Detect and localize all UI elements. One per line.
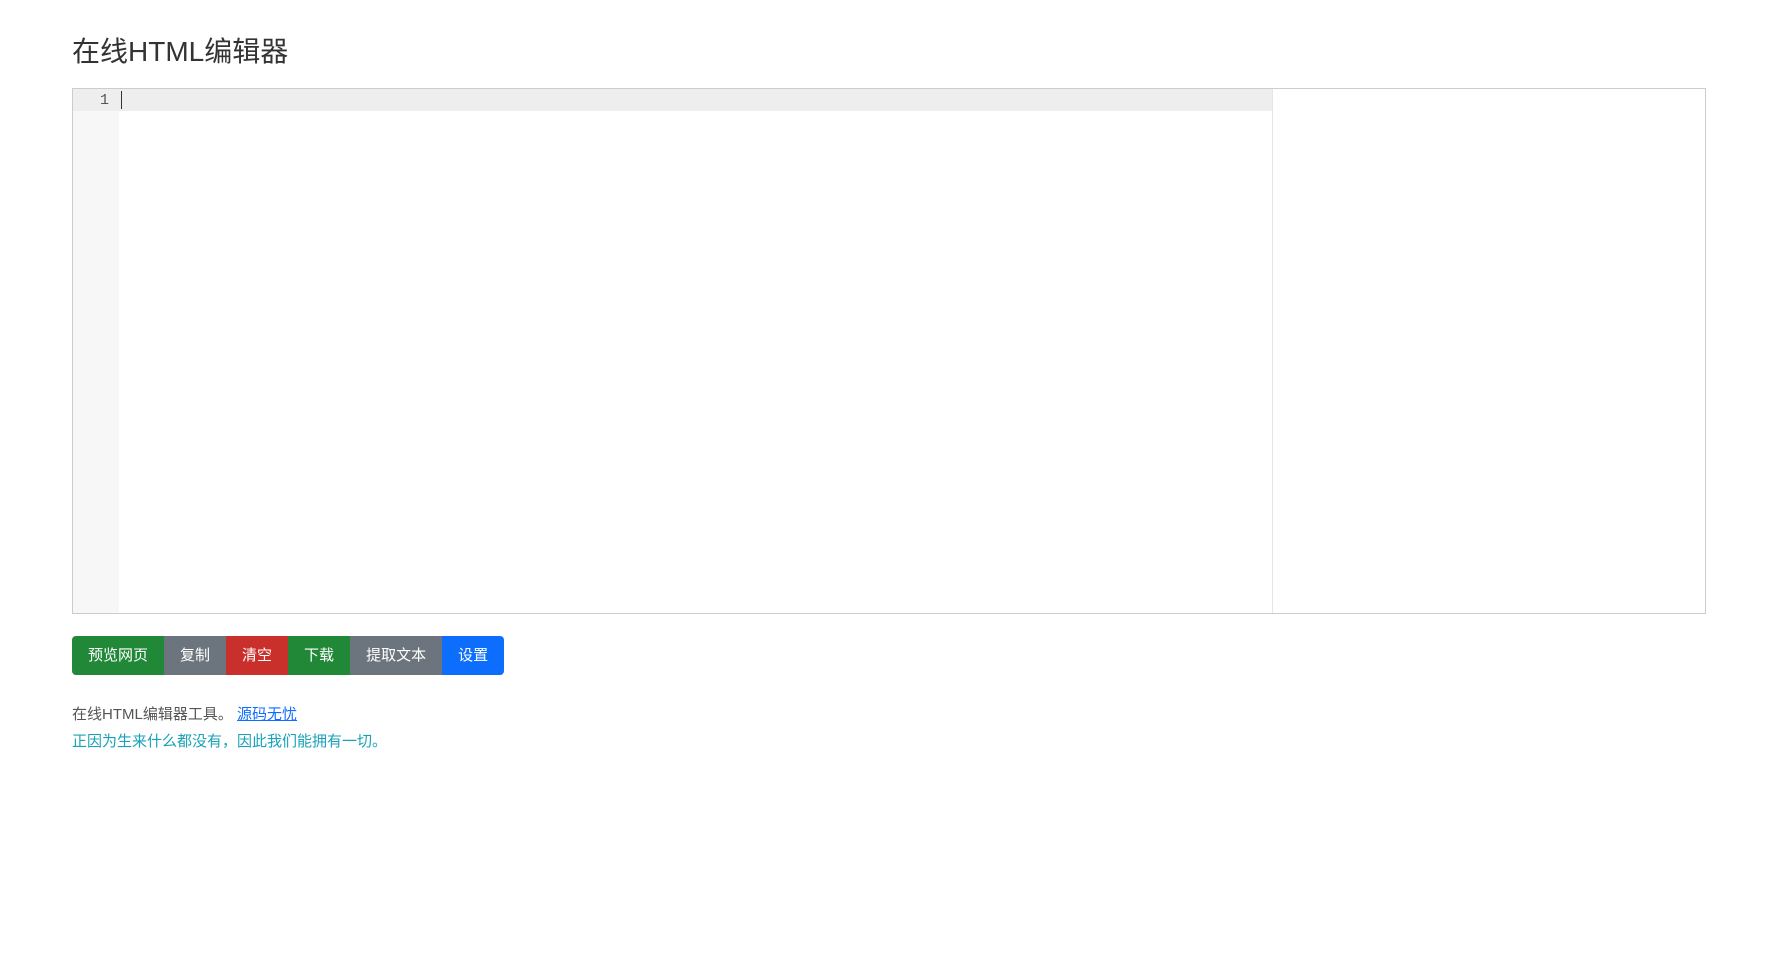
source-link[interactable]: 源码无忧 — [237, 706, 297, 723]
editor-frame: 1 — [72, 88, 1706, 614]
active-line-highlight — [119, 89, 1272, 111]
download-button[interactable]: 下载 — [288, 636, 350, 675]
footer-quote: 正因为生来什么都没有，因此我们能拥有一切。 — [72, 728, 1706, 755]
preview-button[interactable]: 预览网页 — [72, 636, 164, 675]
text-cursor — [121, 91, 122, 109]
settings-button[interactable]: 设置 — [442, 636, 504, 675]
copy-button[interactable]: 复制 — [164, 636, 226, 675]
code-input-area[interactable] — [119, 89, 1272, 613]
footer-description: 在线HTML编辑器工具。 — [72, 706, 233, 723]
clear-button[interactable]: 清空 — [226, 636, 288, 675]
gutter-line-1: 1 — [73, 89, 119, 111]
app-container: 在线HTML编辑器 1 预览网页 复制 清空 下载 提取文本 设置 在线HTML… — [0, 0, 1778, 795]
editor-gutter: 1 — [73, 89, 119, 613]
line-number: 1 — [100, 92, 109, 109]
extract-text-button[interactable]: 提取文本 — [350, 636, 442, 675]
footer: 在线HTML编辑器工具。 源码无忧 正因为生来什么都没有，因此我们能拥有一切。 — [72, 701, 1706, 755]
preview-pane — [1273, 89, 1705, 613]
toolbar: 预览网页 复制 清空 下载 提取文本 设置 — [72, 636, 1706, 675]
page-title: 在线HTML编辑器 — [72, 30, 1706, 70]
